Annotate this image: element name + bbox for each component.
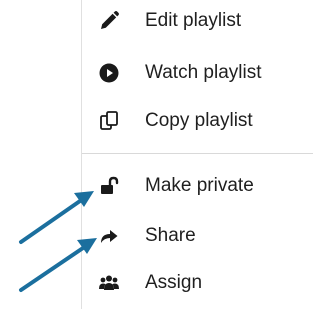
menu-item-watch-playlist[interactable]: Watch playlist [82,53,313,93]
play-circle-icon [97,61,121,85]
playlist-options-menu: Edit playlist Watch playlist Copy playli… [81,0,313,309]
copy-icon [97,109,121,133]
share-arrow-icon [97,224,121,248]
menu-item-label: Watch playlist [145,62,262,83]
menu-divider [82,153,313,154]
menu-item-edit-playlist[interactable]: Edit playlist [82,1,313,41]
users-icon [97,271,121,295]
menu-item-copy-playlist[interactable]: Copy playlist [82,101,313,141]
menu-item-label: Make private [145,175,254,196]
menu-item-make-private[interactable]: Make private [82,166,313,206]
pencil-icon [97,9,121,33]
unlock-icon [97,174,121,198]
menu-item-assign[interactable]: Assign [82,263,313,303]
menu-item-share[interactable]: Share [82,216,313,256]
screenshot-stage: Edit playlist Watch playlist Copy playli… [0,0,313,309]
menu-item-label: Assign [145,272,203,293]
menu-item-label: Copy playlist [145,110,253,131]
menu-item-label: Edit playlist [145,10,242,31]
menu-item-label: Share [145,225,196,246]
